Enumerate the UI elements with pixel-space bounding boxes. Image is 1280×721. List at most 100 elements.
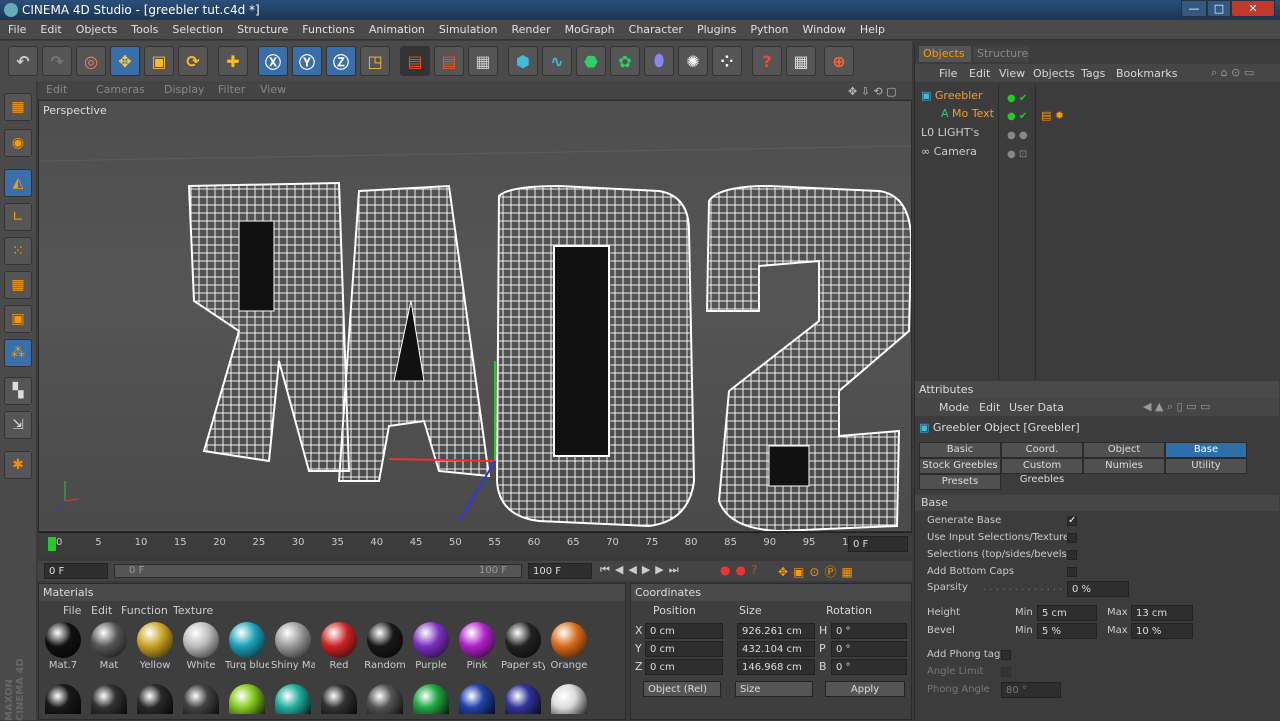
tab-structure[interactable]: Structure	[973, 46, 1029, 62]
snap-icon[interactable]: ⇲	[4, 411, 32, 439]
scale-tool-icon[interactable]: ▣	[144, 46, 174, 76]
material-swatch[interactable]: Red	[317, 622, 361, 674]
material-swatch[interactable]	[505, 684, 541, 714]
coord-position-field[interactable]: 0 cm	[645, 623, 723, 639]
points-mode-icon[interactable]: ⁙	[4, 237, 32, 265]
move-tool-icon[interactable]: ✥	[110, 46, 140, 76]
menu-selection[interactable]: Selection	[165, 20, 230, 36]
material-swatch[interactable]	[459, 684, 495, 714]
apply-button[interactable]: Apply	[825, 681, 905, 697]
menu-render[interactable]: Render	[505, 20, 558, 36]
nurbs-icon[interactable]: ⬣	[576, 46, 606, 76]
vp-menu-display[interactable]: Display	[164, 81, 210, 96]
environment-icon[interactable]: ✺	[678, 46, 708, 76]
attr-tab[interactable]: Basic	[919, 442, 1001, 458]
material-swatch[interactable]: Mat	[87, 622, 131, 674]
menu-edit[interactable]: Edit	[33, 20, 68, 36]
keyframe-buttons[interactable]: ✥▣⊙Ⓟ▦	[778, 563, 858, 580]
menu-plugins[interactable]: Plugins	[690, 20, 743, 36]
attr-checkbox[interactable]	[1067, 533, 1077, 543]
objects-menu-view[interactable]: View	[999, 67, 1025, 80]
phong-tag-checkbox[interactable]	[1001, 650, 1011, 660]
vp-menu-edit[interactable]: Edit	[46, 81, 88, 96]
menu-character[interactable]: Character	[622, 20, 690, 36]
bevel-max-field[interactable]: 10 %	[1131, 623, 1193, 639]
attr-tab[interactable]: Base	[1165, 442, 1247, 458]
coord-position-field[interactable]: 0 cm	[645, 659, 723, 675]
object-motext[interactable]: A Mo Text	[941, 107, 994, 125]
bevel-min-field[interactable]: 5 %	[1037, 623, 1097, 639]
size-mode-select[interactable]: Size	[735, 681, 813, 697]
menu-objects[interactable]: Objects	[69, 20, 125, 36]
start-frame-field[interactable]: 0 F	[44, 563, 108, 579]
x-axis-lock-icon[interactable]: Ⓧ	[258, 46, 288, 76]
model-mode-icon[interactable]: ◉	[4, 129, 32, 157]
attr-tab[interactable]: Stock Greebles	[919, 458, 1001, 474]
material-swatch[interactable]	[183, 684, 219, 714]
objects-menu-file[interactable]: File	[939, 67, 957, 80]
material-swatch[interactable]	[367, 684, 403, 714]
edges-mode-icon[interactable]: ▦	[4, 271, 32, 299]
z-axis-lock-icon[interactable]: Ⓩ	[326, 46, 356, 76]
material-swatch[interactable]	[275, 684, 311, 714]
material-swatch[interactable]: Pink	[455, 622, 499, 674]
minimize-button[interactable]: —	[1181, 0, 1207, 17]
viewport-nav-icons[interactable]: ✥ ⇩ ⟲ ▢	[848, 83, 897, 98]
tag-icons[interactable]: ▤ ✹	[1041, 109, 1064, 122]
object-lights[interactable]: L0 LIGHT's	[921, 126, 979, 144]
attr-tab[interactable]: Utility	[1165, 458, 1247, 474]
material-swatch[interactable]	[137, 684, 173, 714]
menu-functions[interactable]: Functions	[295, 20, 362, 36]
coord-rotation-field[interactable]: 0 °	[831, 623, 907, 639]
menu-window[interactable]: Window	[796, 20, 853, 36]
close-button[interactable]: ✕	[1231, 0, 1275, 17]
attr-tab[interactable]: Coord.	[1001, 442, 1083, 458]
script-icon[interactable]: ▦	[786, 46, 816, 76]
spline-pen-icon[interactable]: ∿	[542, 46, 572, 76]
coordinate-mode-select[interactable]: Object (Rel)	[643, 681, 721, 697]
coord-size-field[interactable]: 926.261 cm	[737, 623, 815, 639]
attributes-menu-userdata[interactable]: User Data	[1009, 401, 1064, 414]
materials-menu-edit[interactable]: Edit	[91, 604, 112, 617]
phong-angle-field[interactable]: 80 °	[1001, 682, 1061, 698]
deformer-icon[interactable]: ⬮	[644, 46, 674, 76]
attr-checkbox[interactable]	[1067, 550, 1077, 560]
material-swatch[interactable]: Shiny Ma	[271, 622, 315, 674]
live-selection-icon[interactable]: ◎	[76, 46, 106, 76]
object-camera[interactable]: ∞ Camera	[921, 145, 977, 163]
end-frame-field[interactable]: 100 F	[528, 563, 592, 579]
array-icon[interactable]: ✿	[610, 46, 640, 76]
render-settings-icon[interactable]: ▦	[468, 46, 498, 76]
material-swatch[interactable]	[229, 684, 265, 714]
object-mode-icon[interactable]: ◭	[4, 169, 32, 197]
attr-tab[interactable]: Presets	[919, 474, 1001, 490]
render-picture-viewer-icon[interactable]: ▤	[434, 46, 464, 76]
objects-menu-edit[interactable]: Edit	[969, 67, 990, 80]
layout-icon[interactable]: ⊕	[824, 46, 854, 76]
angle-limit-checkbox[interactable]	[1001, 667, 1011, 677]
material-swatch[interactable]: Mat.7	[41, 622, 85, 674]
texture-mode-icon[interactable]: ⁂	[4, 339, 32, 367]
materials-menu-function[interactable]: Function	[121, 604, 168, 617]
height-max-field[interactable]: 13 cm	[1131, 605, 1193, 621]
coord-size-field[interactable]: 432.104 cm	[737, 641, 815, 657]
visibility-check-icon[interactable]: ● ✔	[1007, 93, 1027, 104]
menu-simulation[interactable]: Simulation	[432, 20, 505, 36]
menu-mograph[interactable]: MoGraph	[558, 20, 622, 36]
material-swatch[interactable]	[413, 684, 449, 714]
objects-menu-objects[interactable]: Objects	[1033, 67, 1075, 80]
cube-icon[interactable]: ⬢	[508, 46, 538, 76]
visibility-dots-icon[interactable]: ● ●	[1007, 130, 1028, 141]
material-swatch[interactable]	[91, 684, 127, 714]
playhead[interactable]	[48, 537, 56, 551]
nav-arrows-icon[interactable]: ◀ ▲ ⌕ ▯ ▭ ▭	[1143, 400, 1210, 414]
add-object-icon[interactable]: ✚	[218, 46, 248, 76]
tab-objects[interactable]: Objects	[919, 46, 971, 62]
sparsity-field[interactable]: 0 %	[1067, 581, 1129, 597]
perspective-viewport[interactable]: Perspective	[38, 100, 912, 532]
coord-position-field[interactable]: 0 cm	[645, 641, 723, 657]
material-swatch[interactable]	[321, 684, 357, 714]
menu-tools[interactable]: Tools	[124, 20, 165, 36]
objects-menu-tags[interactable]: Tags	[1081, 67, 1105, 80]
visibility-dots-icon[interactable]: ● ⊡	[1007, 149, 1027, 160]
